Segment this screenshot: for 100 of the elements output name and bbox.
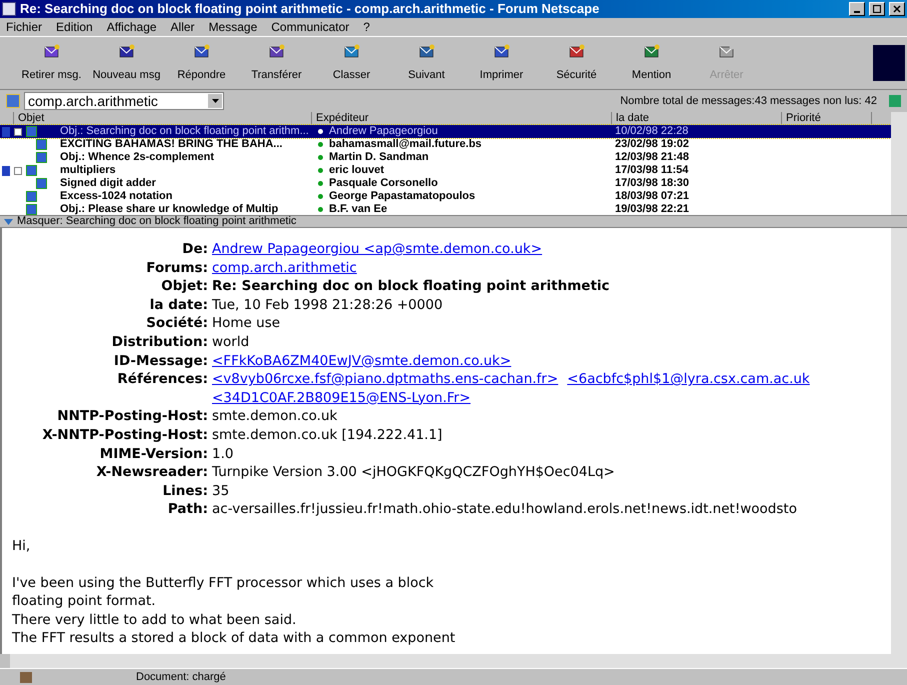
header-label: Objet:	[160, 277, 209, 296]
subject-text: Obj.: Whence 2s-complement	[60, 151, 214, 163]
menu-item[interactable]: Message	[208, 18, 258, 36]
thread-icon	[26, 126, 37, 137]
toolbar-button[interactable]: Nouveau msg	[89, 42, 164, 84]
header-value: smte.demon.co.uk	[212, 407, 338, 426]
collapse-icon	[4, 218, 13, 224]
menu-item[interactable]: ?	[363, 18, 370, 36]
header-value: ac-versailles.fr!jussieu.fr!math.ohio-state.edu!howland.erols.net!news.idt.net!woodsto	[212, 500, 797, 519]
message-row[interactable]: Signed digit adder Pasquale Corsonello 17/03/98 18:30	[0, 177, 891, 190]
toolbar-button[interactable]: Répondre	[164, 42, 239, 84]
date-text: 12/03/98 21:48	[615, 151, 690, 164]
expand-icon[interactable]	[14, 128, 22, 136]
header-label: Références:	[116, 370, 209, 390]
thread-icon	[36, 178, 47, 189]
close-icon	[893, 5, 901, 13]
header-label: Société:	[145, 314, 209, 333]
sender-text: George Papastamatopoulos	[329, 190, 476, 202]
header-value: Home use	[212, 314, 280, 333]
menu-item[interactable]: Affichage	[106, 18, 157, 36]
date-text: 17/03/98 18:30	[615, 177, 690, 190]
toolbar-button[interactable]: Mention	[614, 42, 689, 84]
folder-dropdown[interactable]: comp.arch.arithmetic	[24, 92, 224, 110]
date-text: 19/03/98 22:21	[615, 203, 690, 216]
sender-text: Andrew Papageorgiou	[329, 125, 438, 137]
body-text: There very little to add to what been said.	[12, 610, 298, 630]
header-label: NNTP-Posting-Host:	[56, 407, 209, 426]
message-row[interactable]: Obj.: Whence 2s-complement Martin D. Sandman 12/03/98 21:48	[0, 151, 891, 164]
thread-icon	[36, 152, 47, 163]
message-row[interactable]: EXCITING BAHAMAS! BRING THE BAHA... bahamasmall@mail.future.bs 23/02/98 19:02	[0, 138, 891, 151]
toolbar-button[interactable]: Retirer msg.	[14, 42, 89, 84]
toolbar-button[interactable]: Classer	[314, 42, 389, 84]
status-text: Document: chargé	[136, 670, 226, 685]
body-text: I've been using the Butterfly FFT processor which uses a block	[12, 574, 435, 592]
date-text: 10/02/98 22:28	[615, 125, 688, 138]
subject-text: Signed digit adder	[60, 177, 156, 189]
header-link[interactable]: comp.arch.arithmetic	[212, 258, 357, 278]
menu-item[interactable]: Aller	[170, 18, 195, 36]
caret-icon	[208, 94, 222, 108]
subject-text: Obj.: Searching doc on block floating point arithm...	[60, 125, 309, 137]
menu-item[interactable]: Communicator	[271, 18, 350, 36]
subject-text: EXCITING BAHAMAS! BRING THE BAHA...	[60, 138, 282, 150]
sender-text: Martin D. Sandman	[329, 151, 429, 163]
date-text: 23/02/98 19:02	[615, 138, 690, 151]
subject-text: Obj.: Please share ur knowledge of Multip	[60, 203, 278, 215]
toolbar-button[interactable]: Transférer	[239, 42, 314, 84]
message-count: Nombre total de messages:43 messages non lus: 42	[620, 94, 877, 109]
message-row[interactable]: Obj.: Please share ur knowledge of Multip B.F. van Ee 19/03/98 22:21	[0, 203, 891, 216]
header-value: Re: Searching doc on block floating point arithmetic	[212, 277, 610, 296]
online-icon	[889, 95, 901, 107]
thread-icon	[26, 204, 37, 215]
date-text: 18/03/98 07:21	[615, 190, 690, 203]
toolbar-button[interactable]: Suivant	[389, 42, 464, 84]
message-row[interactable]: Obj.: Searching doc on block floating point arithm... Andrew Papageorgiou 10/02/98 22:28	[0, 125, 891, 138]
sender-text: Pasquale Corsonello	[329, 177, 438, 189]
header-label: Forums:	[145, 258, 209, 278]
thread-icon	[26, 165, 37, 176]
hide-bar[interactable]: Masquer: Searching doc on block floating point arithmetic	[0, 215, 907, 228]
body-text: Hi,	[12, 536, 32, 556]
header-label: Lines:	[162, 482, 209, 500]
folder-icon	[6, 94, 20, 108]
maximize-icon	[873, 5, 881, 13]
header-value: 1.0	[212, 444, 234, 464]
thread-icon	[26, 191, 37, 202]
header-label: la date:	[148, 296, 209, 314]
message-row[interactable]: multipliers eric louvet 17/03/98 11:54	[0, 164, 891, 177]
subject-text: Excess-1024 notation	[60, 190, 172, 202]
header-link[interactable]: Andrew Papageorgiou <ap@smte.demon.co.uk>	[212, 240, 542, 259]
header-label: X-NNTP-Posting-Host:	[41, 426, 209, 445]
body-text: floating point format.	[12, 592, 157, 611]
menu-item[interactable]: Fichier	[6, 18, 42, 36]
header-label: Distribution:	[110, 332, 209, 352]
toolbar-button[interactable]: Sécurité	[539, 42, 614, 84]
body-text: The FFT results a stored a block of data with a common exponent	[12, 629, 456, 648]
app-icon	[2, 2, 16, 16]
menu-item[interactable]: Edition	[56, 18, 93, 36]
header-value: Tue, 10 Feb 1998 21:28:26 +0000	[212, 296, 443, 314]
sender-text: bahamasmall@mail.future.bs	[329, 138, 482, 150]
header-label: De:	[181, 240, 209, 259]
header-link[interactable]: <6acbfc$phl$1@lyra.csx.cam.ac.uk	[567, 370, 810, 389]
header-link[interactable]: <34D1C0AF.2B809E15@ENS-Lyon.Fr>	[212, 388, 471, 408]
sender-text: eric louvet	[329, 164, 384, 176]
sender-text: B.F. van Ee	[329, 203, 388, 215]
date-text: 17/03/98 11:54	[615, 164, 688, 177]
toolbar-button[interactable]: Imprimer	[464, 42, 539, 84]
header-value: smte.demon.co.uk [194.222.41.1]	[212, 426, 442, 445]
header-value: 35	[212, 482, 230, 500]
maximize-button[interactable]	[869, 2, 885, 16]
header-link[interactable]: <v8vyb06rcxe.fsf@piano.dptmaths.ens-cachan.fr>	[212, 370, 558, 389]
message-row[interactable]: Excess-1024 notation George Papastamatopoulos 18/03/98 07:21	[0, 190, 891, 203]
header-label: X-Newsreader:	[95, 463, 209, 482]
header-link[interactable]: <FFkKoBA6ZM40EwJV@smte.demon.co.uk>	[212, 352, 512, 370]
close-button[interactable]	[889, 2, 905, 16]
header-label: MIME-Version:	[98, 444, 209, 464]
thread-icon	[36, 139, 47, 150]
header-label: ID-Message:	[112, 352, 209, 370]
window-title: Re: Searching doc on block floating point arithmetic - comp.arch.arithmetic - Forum Netscape	[20, 0, 600, 18]
header-value: world	[212, 332, 250, 352]
header-label: Path:	[166, 500, 209, 519]
minimize-button[interactable]	[849, 2, 865, 16]
